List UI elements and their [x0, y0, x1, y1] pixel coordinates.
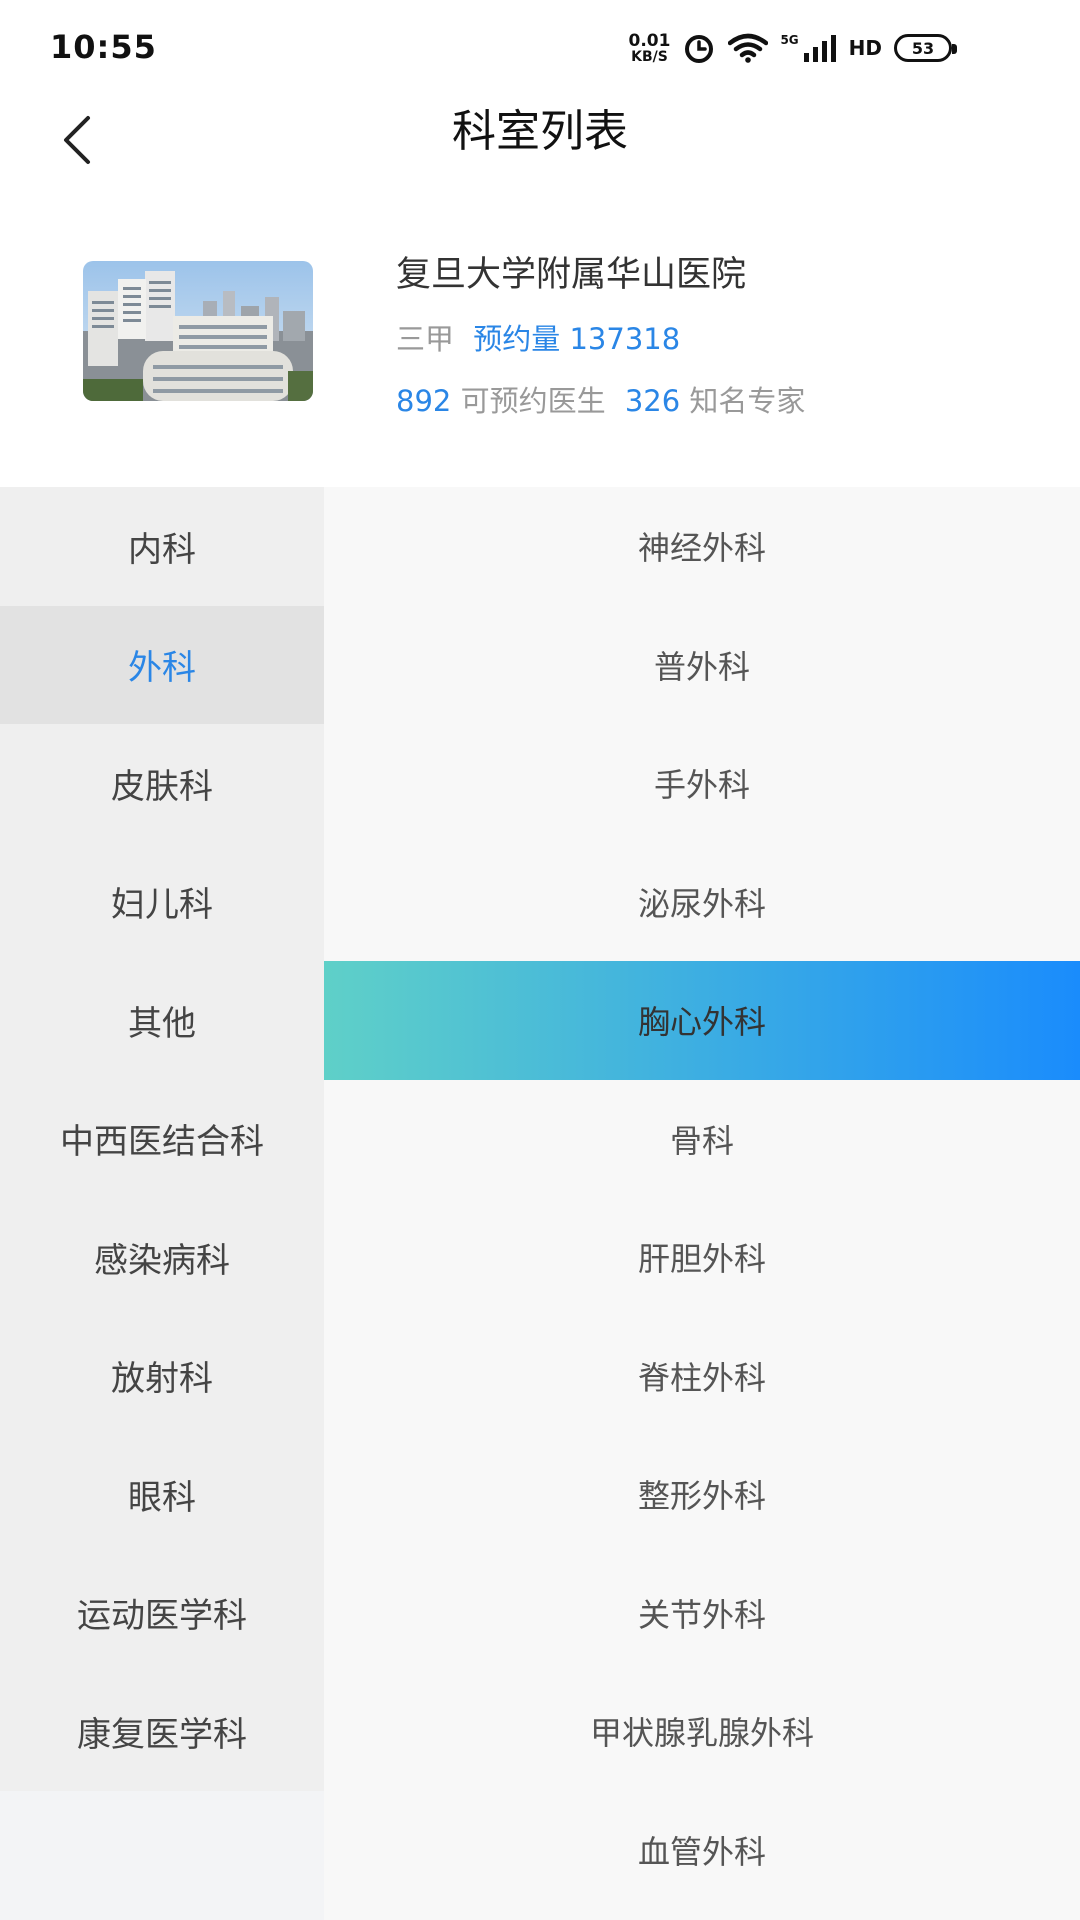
hospital-stats: 三甲 预约量 137318	[396, 316, 680, 358]
network-speed: 0.01 KB/S	[628, 30, 671, 65]
category-item[interactable]: 康复医学科	[0, 1672, 324, 1791]
status-bar: 10:55 0.01 KB/S 5G HD 53	[0, 0, 1080, 96]
hospital-doctors: 892 可预约医生 326 知名专家	[396, 378, 805, 420]
department-item[interactable]: 普外科	[324, 606, 1080, 725]
status-icons: 0.01 KB/S 5G HD 53	[628, 30, 957, 66]
department-item[interactable]: 神经外科	[324, 487, 1080, 606]
category-item[interactable]: 外科	[0, 605, 324, 724]
department-item[interactable]: 甲状腺乳腺外科	[324, 1672, 1080, 1791]
category-item[interactable]: 运动医学科	[0, 1553, 324, 1672]
experts-count: 326	[624, 384, 681, 418]
hospital-photo	[83, 261, 313, 401]
network-type: 5G	[780, 33, 799, 47]
page-title: 科室列表	[452, 106, 628, 157]
category-item[interactable]: 中西医结合科	[0, 1079, 324, 1198]
experts-label: 知名专家	[689, 384, 806, 418]
hospital-name: 复旦大学附属华山医院	[396, 255, 747, 295]
wifi-icon	[728, 33, 769, 63]
signal-icon	[803, 33, 837, 63]
category-item[interactable]: 妇儿科	[0, 842, 324, 961]
doctors-count: 892	[396, 384, 452, 418]
department-item[interactable]: 肝胆外科	[324, 1198, 1080, 1317]
department-item[interactable]: 脊柱外科	[324, 1317, 1080, 1436]
bookings-count: 137318	[569, 322, 681, 356]
hospital-grade: 三甲	[396, 322, 455, 356]
network-speed-value: 0.01	[628, 30, 671, 51]
alarm-icon	[682, 31, 716, 65]
department-item[interactable]: 泌尿外科	[324, 843, 1080, 962]
battery-icon: 53	[894, 34, 957, 62]
hospital-card[interactable]: 复旦大学附属华山医院 三甲 预约量 137318 892 可预约医生 326 知…	[0, 216, 1080, 486]
department-item[interactable]: 整形外科	[324, 1435, 1080, 1554]
department-item[interactable]: 骨科	[324, 1080, 1080, 1199]
category-item[interactable]: 放射科	[0, 1316, 324, 1435]
category-item[interactable]: 其他	[0, 961, 324, 1080]
category-item[interactable]: 内科	[0, 487, 324, 606]
battery-level: 53	[911, 38, 935, 58]
category-item[interactable]: 眼科	[0, 1435, 324, 1554]
department-item[interactable]: 关节外科	[324, 1554, 1080, 1673]
bookings-label: 预约量	[473, 322, 561, 356]
category-list: 内科 外科 皮肤科 妇儿科 其他 中西医结合科 感染病科 放射科 眼科 运动医学科 康复医学科	[0, 487, 324, 1920]
department-item[interactable]: 血管外科	[324, 1791, 1080, 1910]
department-item[interactable]: 胸心外科	[324, 961, 1080, 1080]
app-header: 科室列表	[0, 96, 1080, 216]
category-item[interactable]: 皮肤科	[0, 724, 324, 843]
doctors-label: 可预约医生	[460, 384, 606, 418]
department-item[interactable]: 手外科	[324, 724, 1080, 843]
status-time: 10:55	[50, 28, 157, 66]
hd-voice-indicator: HD	[848, 36, 882, 60]
category-item[interactable]: 感染病科	[0, 1198, 324, 1317]
department-list: 神经外科 普外科 手外科 泌尿外科 胸心外科 骨科 肝胆外科 脊柱外科 整形外科 关节外科 甲状腺乳…	[324, 487, 1080, 1920]
network-speed-unit: KB/S	[631, 48, 668, 65]
